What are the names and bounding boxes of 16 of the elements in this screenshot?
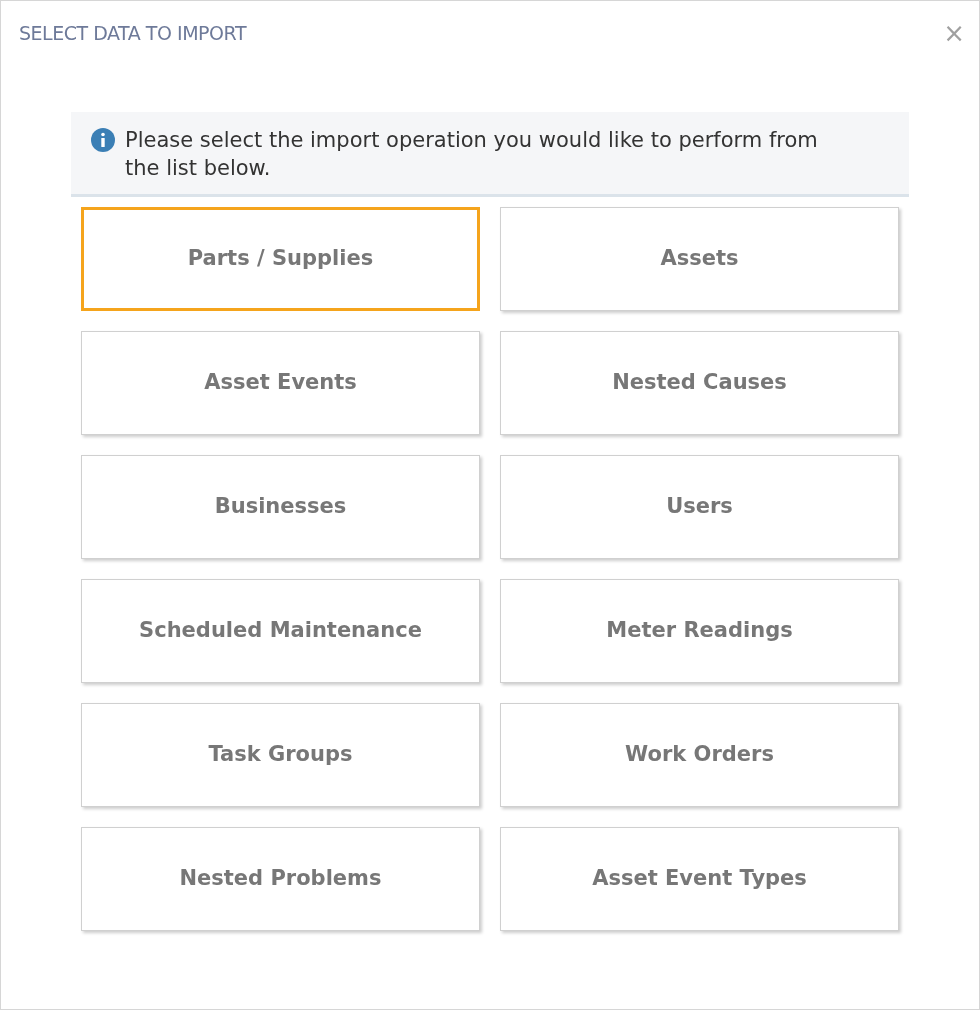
import-option[interactable]: Scheduled Maintenance [81, 578, 480, 683]
info-icon [91, 127, 115, 152]
dialog-title: SELECT DATA TO IMPORT [19, 21, 246, 46]
import-option[interactable]: Parts / Supplies [81, 206, 480, 311]
import-option[interactable]: Asset Events [81, 330, 480, 435]
import-option[interactable]: Nested Problems [81, 826, 480, 931]
info-text: Please select the import operation you would like to perform from the list below. [125, 126, 819, 182]
import-option[interactable]: Users [500, 454, 899, 559]
import-option[interactable]: Assets [500, 206, 899, 311]
import-option[interactable]: Task Groups [81, 702, 480, 807]
import-option[interactable]: Asset Event Types [500, 826, 899, 931]
import-option[interactable]: Work Orders [500, 702, 899, 807]
import-option[interactable]: Businesses [81, 454, 480, 559]
import-option[interactable]: Nested Causes [500, 330, 899, 435]
close-button[interactable]: × [943, 20, 965, 47]
import-option[interactable]: Meter Readings [500, 578, 899, 683]
